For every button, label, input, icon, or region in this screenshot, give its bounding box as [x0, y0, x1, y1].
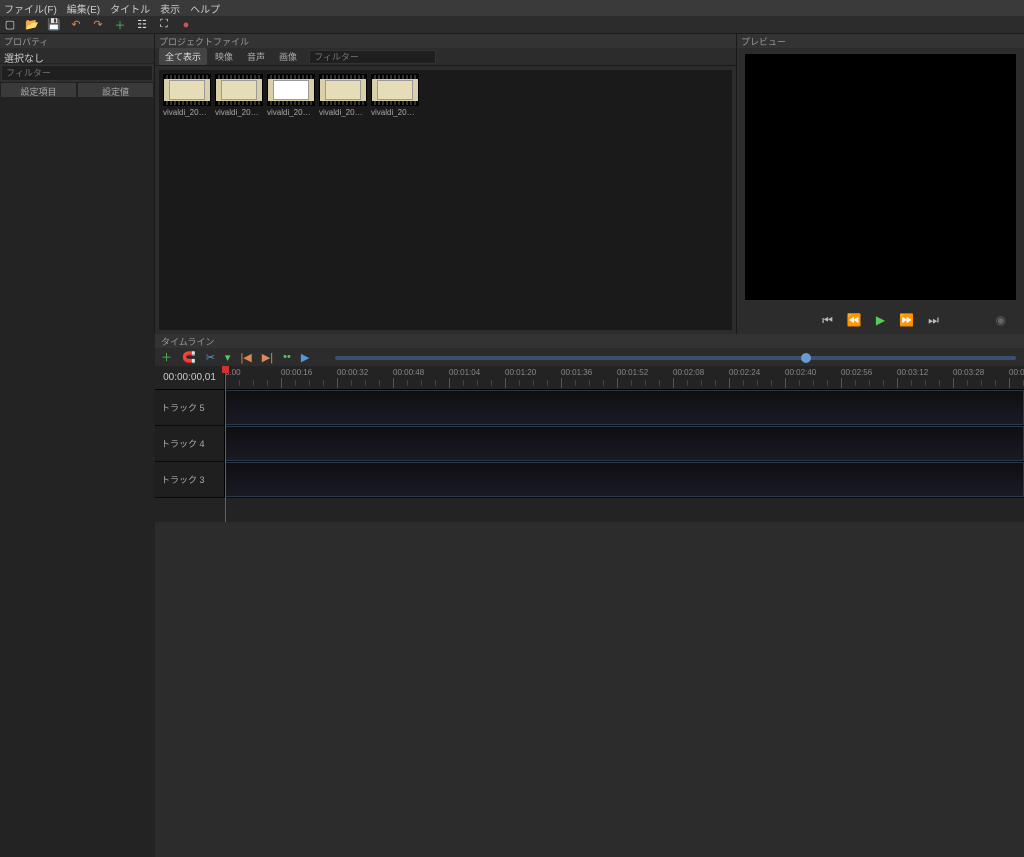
track-header[interactable]: トラック 4 — [155, 426, 225, 461]
track-body[interactable] — [225, 462, 1024, 497]
preview-video[interactable] — [745, 54, 1016, 300]
ruler-tick: 00:01:52 — [617, 368, 648, 377]
preview-controls: ⏮ ⏪ ▶ ⏩ ⏭ ◉ — [737, 306, 1024, 334]
main-toolbar: ▢ 📂 💾 ↶ ↷ ＋ ☷ ⛶ ● — [0, 16, 1024, 34]
open-project-icon[interactable]: 📂 — [26, 19, 38, 31]
profiles-icon[interactable]: ☷ — [136, 19, 148, 31]
undo-icon[interactable]: ↶ — [70, 19, 82, 31]
ruler-tick: 00:03:12 — [897, 368, 928, 377]
center-playhead-icon[interactable]: •• — [283, 351, 291, 363]
property-selection: 選択なし — [0, 48, 154, 64]
ruler-tick: 00:01:36 — [561, 368, 592, 377]
property-panel-lower — [0, 334, 155, 857]
ruler-tick: 00:02:24 — [729, 368, 760, 377]
new-project-icon[interactable]: ▢ — [4, 19, 16, 31]
thumbnail-frame — [215, 74, 263, 106]
timeline-current-time: 00:00:00,01 — [155, 366, 225, 389]
thumbnail-frame — [319, 74, 367, 106]
project-thumbnail[interactable]: vivaldi_2022072... — [267, 74, 315, 326]
menu-help[interactable]: ヘルプ — [190, 1, 220, 16]
tab-video[interactable]: 映像 — [209, 48, 239, 65]
thumbnail-name: vivaldi_2022072... — [163, 108, 211, 117]
fast-forward-icon[interactable]: ⏩ — [899, 313, 914, 327]
ruler-tick: 00:00:48 — [393, 368, 424, 377]
ruler-tick: 00:01:04 — [449, 368, 480, 377]
play-icon[interactable]: ▶ — [876, 313, 885, 327]
timeline-area: 00:00:00,01 0.0000:00:1600:00:3200:00:48… — [155, 366, 1024, 522]
menu-edit[interactable]: 編集(E) — [67, 1, 100, 16]
ruler-tick: 00:02:56 — [841, 368, 872, 377]
property-filter-input[interactable] — [1, 65, 153, 81]
menu-title[interactable]: タイトル — [110, 1, 150, 16]
ruler-tick: 00:03:28 — [953, 368, 984, 377]
timeline-toolbar: ＋ 🧲 ✂ ▾ |◀ ▶| •• ▶ — [155, 348, 1024, 366]
thumbnail-name: vivaldi_2022072... — [319, 108, 367, 117]
timeline-header: タイムライン — [155, 334, 1024, 348]
jump-end-icon[interactable]: ⏭ — [928, 313, 939, 328]
zoom-slider[interactable] — [335, 356, 1016, 360]
project-thumbnail[interactable]: vivaldi_2022072... — [319, 74, 367, 326]
menu-bar: ファイル(F) 編集(E) タイトル 表示 ヘルプ — [0, 0, 1024, 16]
thumbnail-name: vivaldi_2022072... — [215, 108, 263, 117]
menu-view[interactable]: 表示 — [160, 1, 180, 16]
ruler-tick: 00:00:16 — [281, 368, 312, 377]
ruler-tick: 00:00:32 — [337, 368, 368, 377]
project-thumbnail[interactable]: vivaldi_2022072... — [215, 74, 263, 326]
property-panel-header: プロパティ — [0, 34, 154, 48]
thumbnail-frame — [267, 74, 315, 106]
property-body — [0, 98, 154, 334]
next-marker-icon[interactable]: ▶| — [262, 351, 273, 364]
timeline-ruler[interactable]: 0.0000:00:1600:00:3200:00:4800:01:0400:0… — [225, 366, 1024, 389]
timeline-track: トラック 5 — [155, 390, 1024, 426]
redo-icon[interactable]: ↷ — [92, 19, 104, 31]
tab-all[interactable]: 全て表示 — [159, 48, 207, 65]
track-body[interactable] — [225, 390, 1024, 425]
project-thumbnail[interactable]: vivaldi_2022072... — [371, 74, 419, 326]
preview-panel: プレビュー ⏮ ⏪ ▶ ⏩ ⏭ ◉ — [736, 34, 1024, 334]
property-col-value[interactable]: 設定値 — [77, 82, 154, 98]
project-thumbnail[interactable]: vivaldi_2022072... — [163, 74, 211, 326]
snapshot-icon[interactable]: ◉ — [996, 313, 1006, 327]
jump-start-icon[interactable]: ⏮ — [822, 313, 833, 328]
zoom-slider-knob[interactable] — [801, 353, 811, 363]
tab-audio[interactable]: 音声 — [241, 48, 271, 65]
project-thumbnail-grid: vivaldi_2022072... vivaldi_2022072... viva… — [159, 70, 732, 330]
track-header[interactable]: トラック 5 — [155, 390, 225, 425]
ruler-tick: 00:02:40 — [785, 368, 816, 377]
property-panel: プロパティ 選択なし 設定項目 設定値 — [0, 34, 155, 334]
project-files-panel: プロジェクトファイル 全て表示 映像 音声 画像 vivaldi_2022072… — [155, 34, 736, 334]
export-icon[interactable]: ● — [180, 19, 192, 31]
ruler-tick: 00:0 — [1009, 368, 1024, 377]
project-files-header: プロジェクトファイル — [155, 34, 736, 48]
marker-icon[interactable]: ▾ — [225, 351, 231, 364]
thumbnail-name: vivaldi_2022072... — [267, 108, 315, 117]
import-files-icon[interactable]: ＋ — [114, 19, 126, 31]
thumbnail-name: vivaldi_2022072... — [371, 108, 419, 117]
preview-panel-header: プレビュー — [737, 34, 1024, 48]
fullscreen-icon[interactable]: ⛶ — [158, 19, 170, 31]
tab-image[interactable]: 画像 — [273, 48, 303, 65]
timeline-track: トラック 4 — [155, 426, 1024, 462]
timeline-tracks: トラック 5トラック 4トラック 3 — [155, 390, 1024, 522]
add-track-icon[interactable]: ＋ — [161, 349, 172, 365]
track-header[interactable]: トラック 3 — [155, 462, 225, 497]
playhead[interactable] — [225, 366, 226, 522]
ruler-tick: 00:01:20 — [505, 368, 536, 377]
snap-icon[interactable]: 🧲 — [182, 351, 196, 364]
thumbnail-frame — [371, 74, 419, 106]
rewind-icon[interactable]: ⏪ — [847, 313, 862, 327]
track-body[interactable] — [225, 426, 1024, 461]
razor-icon[interactable]: ✂ — [206, 351, 215, 364]
thumbnail-frame — [163, 74, 211, 106]
project-filter-input[interactable] — [309, 50, 436, 64]
ripple-icon[interactable]: ▶ — [301, 351, 309, 364]
ruler-tick: 00:02:08 — [673, 368, 704, 377]
menu-file[interactable]: ファイル(F) — [4, 1, 57, 16]
timeline-track: トラック 3 — [155, 462, 1024, 498]
save-project-icon[interactable]: 💾 — [48, 19, 60, 31]
prev-marker-icon[interactable]: |◀ — [240, 351, 251, 364]
property-col-name[interactable]: 設定項目 — [0, 82, 77, 98]
